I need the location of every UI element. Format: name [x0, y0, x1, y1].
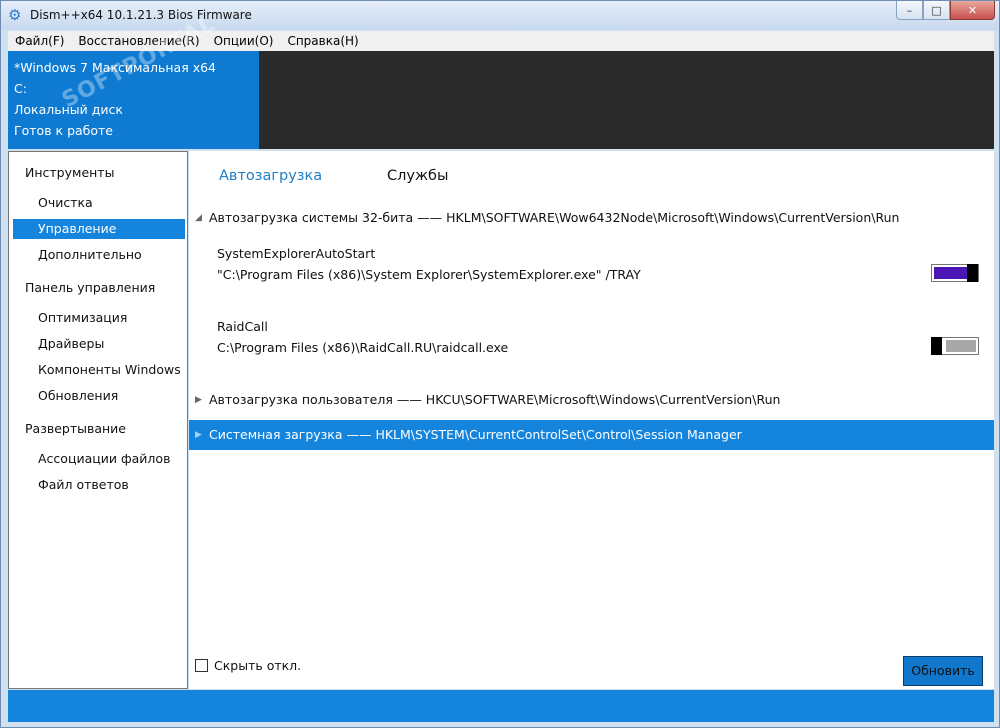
group-label: Системная загрузка —— HKLM\SYSTEM\Curren…	[209, 427, 742, 442]
group-system32-autostart[interactable]: ◢ Автозагрузка системы 32-бита —— HKLM\S…	[189, 203, 994, 233]
group-label: Автозагрузка системы 32-бита —— HKLM\SOF…	[209, 210, 900, 225]
sidebar-item-answer-file[interactable]: Файл ответов	[13, 475, 185, 495]
toggle-fill	[946, 340, 976, 352]
entry-path: C:\Program Files (x86)\RaidCall.RU\raidc…	[217, 340, 509, 355]
menu-file[interactable]: Файл(F)	[8, 34, 71, 48]
refresh-button[interactable]: Обновить	[903, 656, 983, 686]
menu-options[interactable]: Опции(O)	[207, 34, 281, 48]
sidebar-item-advanced[interactable]: Дополнительно	[13, 245, 185, 265]
toggle-knob	[931, 337, 942, 355]
entry-toggle-on[interactable]	[931, 264, 979, 282]
group-label: Автозагрузка пользователя —— HKCU\SOFTWA…	[209, 392, 781, 407]
group-system-boot[interactable]: ▶ Системная загрузка —— HKLM\SYSTEM\Curr…	[189, 420, 994, 450]
tab-services[interactable]: Службы	[387, 168, 448, 184]
header-dark-panel	[259, 51, 994, 149]
window-controls: – □ ✕	[896, 1, 995, 20]
entry-path: "C:\Program Files (x86)\System Explorer\…	[217, 267, 641, 282]
tab-autostart[interactable]: Автозагрузка	[219, 168, 322, 184]
menu-bar: Файл(F) Восстановление(R) Опции(O) Справ…	[8, 31, 994, 52]
sidebar-item-file-associations[interactable]: Ассоциации файлов	[13, 449, 185, 469]
menu-help[interactable]: Справка(H)	[280, 34, 365, 48]
disk-label: Локальный диск	[14, 102, 123, 117]
app-window: ⚙ Dism++x64 10.1.21.3 Bios Firmware – □ …	[0, 0, 1000, 728]
sidebar-item-drivers[interactable]: Драйверы	[13, 334, 185, 354]
close-button[interactable]: ✕	[950, 1, 995, 20]
group-user-autostart[interactable]: ▶ Автозагрузка пользователя —— HKCU\SOFT…	[189, 385, 994, 415]
title-bar[interactable]: ⚙ Dism++x64 10.1.21.3 Bios Firmware – □ …	[1, 1, 999, 30]
sidebar: Инструменты Очистка Управление загрузкой…	[8, 151, 188, 689]
minimize-button[interactable]: –	[896, 1, 923, 20]
hide-disabled-label: Скрыть откл.	[214, 658, 302, 673]
sidebar-item-boot-management[interactable]: Управление загрузкой	[13, 219, 185, 256]
toggle-fill	[934, 267, 968, 279]
menu-restore[interactable]: Восстановление(R)	[71, 34, 206, 48]
toggle-knob	[967, 264, 978, 282]
entry-toggle-off[interactable]	[931, 337, 979, 355]
window-title: Dism++x64 10.1.21.3 Bios Firmware	[30, 8, 252, 22]
entry-name: RaidCall	[217, 319, 268, 334]
collapsed-arrow-icon: ▶	[195, 430, 202, 440]
status-label: Готов к работе	[14, 123, 113, 138]
main-panel: Автозагрузка Службы ◢ Автозагрузка систе…	[189, 151, 994, 689]
sidebar-section-control-panel: Панель управления	[25, 280, 156, 295]
collapsed-arrow-icon: ▶	[195, 395, 202, 405]
sidebar-item-cleanup[interactable]: Очистка	[13, 193, 185, 213]
hide-disabled-checkbox-wrap[interactable]: Скрыть откл.	[195, 658, 301, 673]
hide-disabled-checkbox[interactable]	[195, 659, 208, 672]
gear-icon: ⚙	[8, 6, 22, 24]
expanded-arrow-icon: ◢	[195, 213, 202, 223]
sidebar-item-updates[interactable]: Обновления	[13, 386, 185, 406]
system-info-panel: *Windows 7 Максимальная x64 C: Локальный…	[8, 51, 259, 149]
drive-label: C:	[14, 81, 27, 96]
sidebar-section-deployment: Развертывание	[25, 421, 127, 436]
entry-name: SystemExplorerAutoStart	[217, 246, 376, 261]
os-label: *Windows 7 Максимальная x64	[14, 60, 217, 75]
maximize-button[interactable]: □	[923, 1, 950, 20]
sidebar-section-tools: Инструменты	[25, 165, 115, 180]
status-bar	[8, 690, 994, 722]
sidebar-item-optimization[interactable]: Оптимизация	[13, 308, 185, 328]
sidebar-item-windows-components[interactable]: Компоненты Windows	[13, 360, 185, 380]
